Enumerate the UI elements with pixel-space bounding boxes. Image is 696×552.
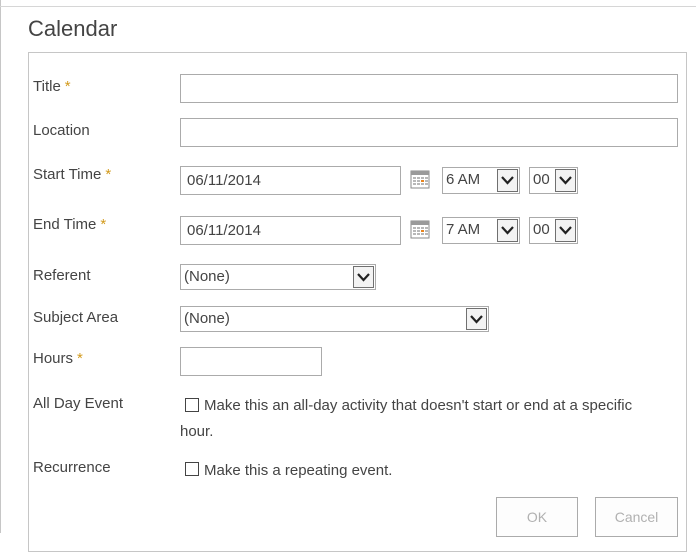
ok-button[interactable]: OK [496, 497, 578, 537]
referent-label: Referent [33, 267, 91, 284]
dialog-title: Calendar [28, 16, 118, 41]
referent-select[interactable]: (None) [180, 264, 376, 290]
recurrence-checkbox[interactable] [185, 462, 199, 476]
window-frame-top [0, 6, 696, 7]
end-time-label: End Time * [33, 216, 106, 233]
referent-label-text: Referent [33, 267, 91, 284]
end-date-input[interactable]: 06/11/2014 [180, 216, 401, 245]
title-input[interactable] [180, 74, 678, 103]
all-day-event-label: All Day Event [33, 395, 123, 412]
required-marker: * [105, 166, 112, 183]
start-date-input[interactable]: 06/11/2014 [180, 166, 401, 195]
start-hour-value: 6 AM [446, 171, 481, 188]
title-label: Title * [33, 78, 71, 95]
subject-area-value: (None) [184, 310, 230, 327]
hours-input[interactable] [180, 347, 322, 376]
cancel-button[interactable]: Cancel [595, 497, 678, 537]
chevron-down-icon[interactable] [497, 219, 518, 242]
end-hour-select[interactable]: 7 AM [442, 217, 520, 244]
location-label: Location [33, 122, 90, 139]
window-frame-left [0, 0, 1, 533]
all-day-event-text-line2: hour. [180, 423, 214, 440]
recurrence-text: Make this a repeating event. [204, 462, 393, 479]
start-minute-select[interactable]: 00 [529, 167, 578, 194]
end-minute-value: 00 [533, 221, 550, 238]
subject-area-label-text: Subject Area [33, 309, 119, 326]
all-day-event-text-line1: Make this an all-day activity that doesn… [204, 397, 633, 414]
location-label-text: Location [33, 122, 90, 139]
required-marker: * [77, 350, 83, 367]
title-label-text: Title [33, 78, 61, 95]
subject-area-select[interactable]: (None) [180, 306, 489, 332]
calendar-icon[interactable] [410, 169, 430, 189]
end-minute-select[interactable]: 00 [529, 217, 578, 244]
chevron-down-icon[interactable] [555, 219, 576, 242]
hours-label: Hours * [33, 350, 83, 367]
referent-value: (None) [184, 268, 230, 285]
end-time-label-text: End Time [33, 216, 97, 233]
chevron-down-icon[interactable] [353, 266, 374, 288]
location-input[interactable] [180, 118, 678, 147]
chevron-down-icon[interactable] [497, 169, 518, 192]
start-minute-value: 00 [533, 171, 550, 188]
required-marker: * [64, 78, 71, 95]
hours-label-text: Hours [33, 350, 74, 367]
calendar-icon[interactable] [410, 219, 430, 239]
chevron-down-icon[interactable] [555, 169, 576, 192]
start-hour-select[interactable]: 6 AM [442, 167, 520, 194]
recurrence-label-text: Recurrence [33, 459, 111, 476]
all-day-event-label-text: All Day Event [33, 395, 124, 412]
subject-area-label: Subject Area [33, 309, 118, 326]
all-day-event-checkbox[interactable] [185, 398, 199, 412]
end-hour-value: 7 AM [446, 221, 481, 238]
required-marker: * [100, 216, 107, 233]
start-time-label-text: Start Time [33, 166, 102, 183]
chevron-down-icon[interactable] [466, 308, 487, 330]
recurrence-label: Recurrence [33, 459, 111, 476]
start-time-label: Start Time * [33, 166, 111, 183]
